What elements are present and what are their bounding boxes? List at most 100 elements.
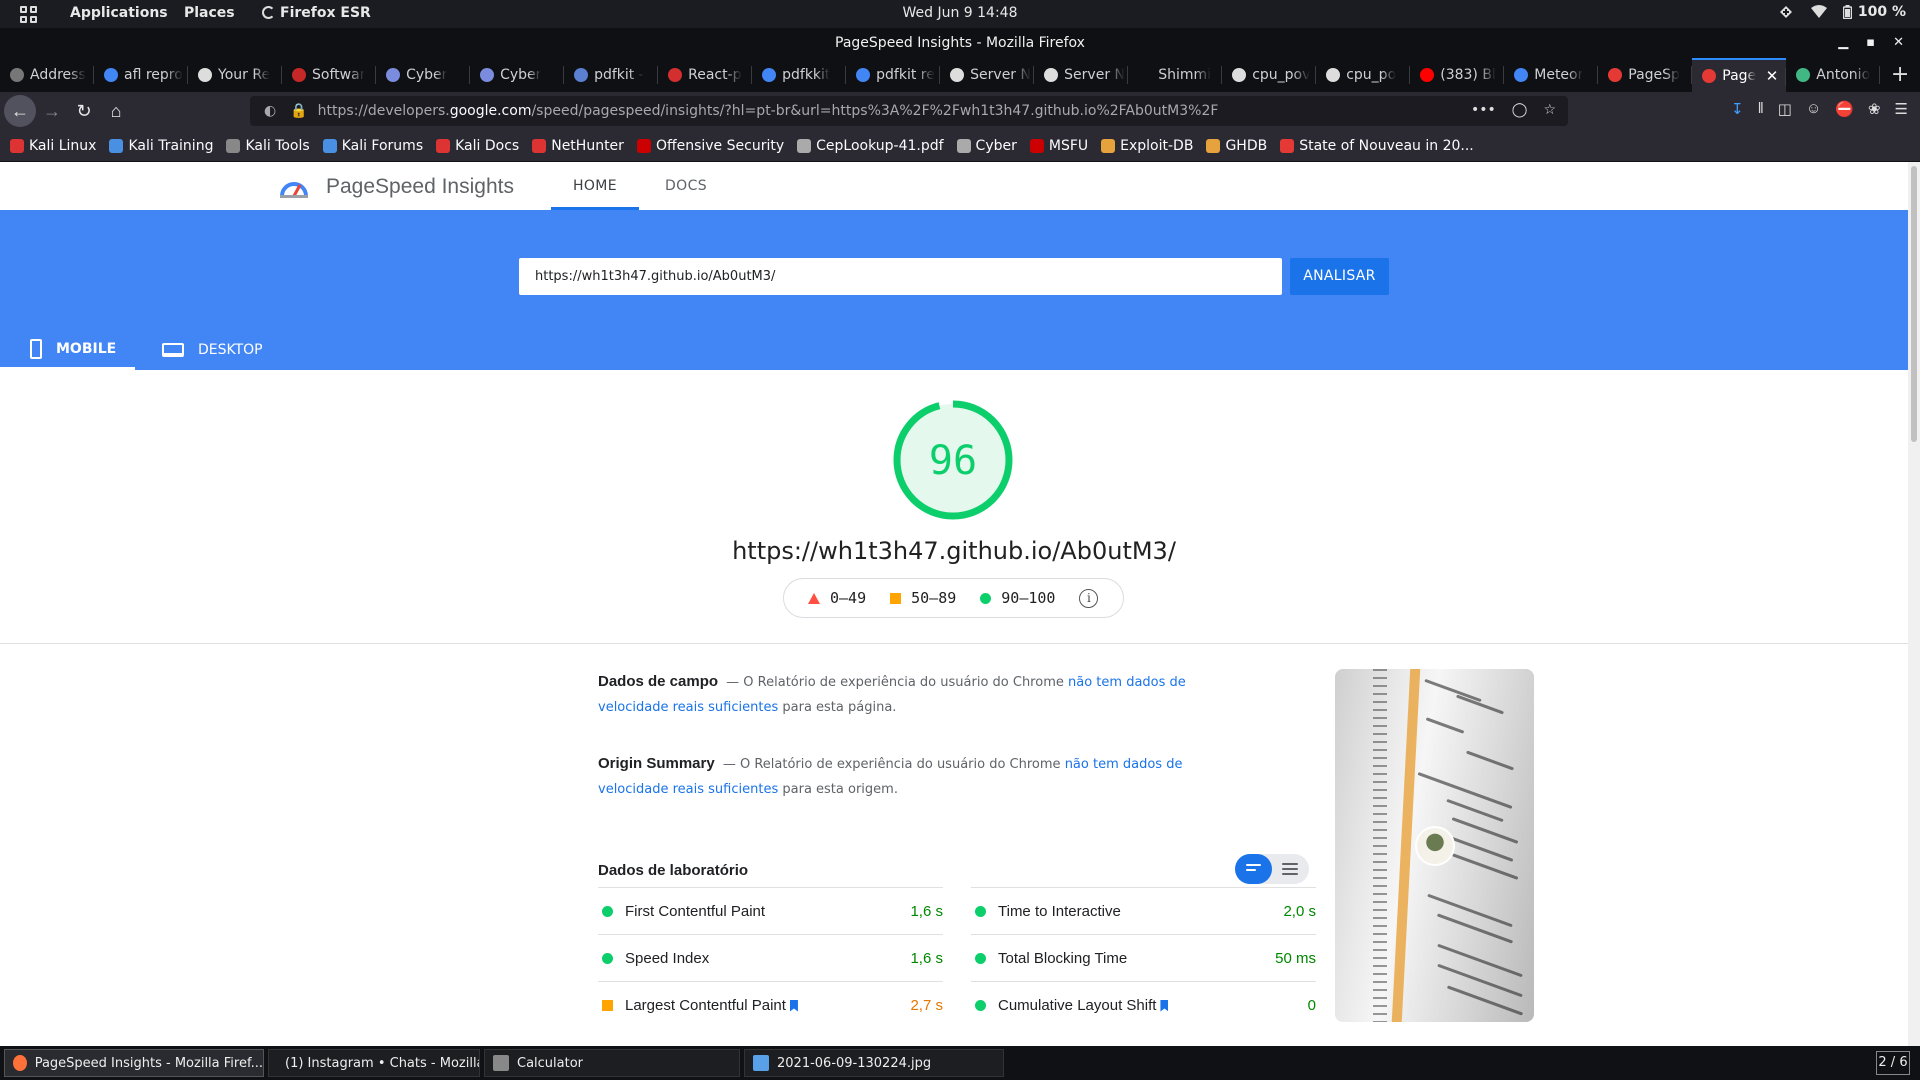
tab-label: Shimmi xyxy=(1158,67,1212,83)
library-icon[interactable]: ‖ xyxy=(1758,100,1764,118)
browser-tab[interactable]: Shimmi xyxy=(1128,58,1223,92)
close-window-icon[interactable]: ✕ xyxy=(1893,28,1904,58)
browser-tab[interactable]: Cyber xyxy=(470,58,565,92)
browser-tab[interactable]: Server N xyxy=(940,58,1035,92)
browser-tab[interactable]: cpu_po xyxy=(1316,58,1411,92)
new-tab-button[interactable]: + xyxy=(1880,58,1920,92)
bookmark-item[interactable]: CepLookup-41.pdf xyxy=(797,137,944,154)
browser-tab[interactable]: Your Re xyxy=(188,58,283,92)
nav-tab-docs[interactable]: DOCS xyxy=(665,178,707,194)
analyze-button[interactable]: ANALISAR xyxy=(1290,258,1389,295)
firefox-app-menu[interactable]: Firefox ESR xyxy=(262,5,371,21)
nav-tab-home[interactable]: HOME xyxy=(551,178,639,210)
performance-score: 96 xyxy=(928,438,978,484)
taskbar-window[interactable]: 2021-06-09-130224.jpg xyxy=(744,1049,1004,1077)
avatar xyxy=(1415,826,1455,866)
tab-favicon-icon xyxy=(574,68,589,82)
tab-favicon-icon xyxy=(1232,68,1247,82)
bookmark-item[interactable]: GHDB xyxy=(1206,138,1267,154)
bookmark-item[interactable]: Kali Linux xyxy=(10,138,96,154)
browser-tab[interactable]: Cyber xyxy=(376,58,471,92)
system-top-bar: Applications Places Firefox ESR Wed Jun … xyxy=(0,0,1920,28)
taskbar-window[interactable]: (1) Instagram • Chats - Mozilla Fire... xyxy=(268,1049,480,1077)
downloads-icon[interactable]: ↧ xyxy=(1731,100,1744,118)
minimize-icon[interactable]: ▁ xyxy=(1838,28,1848,58)
scrollbar-thumb[interactable] xyxy=(1911,166,1917,442)
tab-mobile[interactable]: MOBILE xyxy=(0,330,135,370)
browser-tab[interactable]: cpu_pov xyxy=(1222,58,1317,92)
bookmark-item[interactable]: Kali Tools xyxy=(226,138,310,154)
lock-icon[interactable]: 🔒 xyxy=(290,103,307,119)
browser-tab[interactable]: Meteor xyxy=(1504,58,1599,92)
battery-indicator: 100 % xyxy=(1842,4,1906,20)
metric-label: Total Blocking Time xyxy=(998,950,1128,967)
tab-label: Softwar xyxy=(312,67,366,83)
good-circle-icon xyxy=(602,953,613,964)
bookmark-label: NetHunter xyxy=(551,137,624,154)
maximize-icon[interactable]: ▪ xyxy=(1866,28,1875,58)
metric-label: Cumulative Layout Shift xyxy=(998,997,1157,1014)
url-input[interactable]: https://wh1t3h47.github.io/Ab0utM3/ xyxy=(519,258,1282,295)
taskbar-window[interactable]: PageSpeed Insights - Mozilla Firef... xyxy=(4,1049,264,1077)
back-button[interactable]: ← xyxy=(4,95,36,127)
bookmark-item[interactable]: Kali Training xyxy=(109,138,213,154)
bookmark-item[interactable]: MSFU xyxy=(1029,138,1088,154)
workspace-switcher[interactable]: 2 / 6 xyxy=(1876,1051,1910,1075)
browser-tab[interactable]: Server N xyxy=(1034,58,1129,92)
metrics-view-toggle[interactable] xyxy=(1235,854,1309,884)
menu-icon[interactable]: ☰ xyxy=(1895,100,1908,118)
sidebar-icon[interactable]: ◫ xyxy=(1778,100,1792,118)
browser-tab[interactable]: pdfkkit xyxy=(752,58,847,92)
browser-tab[interactable]: PageSp xyxy=(1598,58,1693,92)
bookmark-item[interactable]: Cyber xyxy=(956,137,1017,154)
extension-icon[interactable]: ❀ xyxy=(1868,100,1881,118)
home-button[interactable]: ⌂ xyxy=(100,95,132,127)
good-circle-icon xyxy=(975,906,986,917)
bookmark-star-icon[interactable]: ☆ xyxy=(1543,102,1556,118)
browser-tab[interactable]: Address xyxy=(0,58,95,92)
page-scrollbar[interactable] xyxy=(1908,162,1920,1046)
browser-tab[interactable]: (383) Bl xyxy=(1410,58,1505,92)
tab-desktop[interactable]: DESKTOP xyxy=(162,330,263,370)
tab-favicon-icon xyxy=(1044,68,1059,82)
info-icon[interactable]: i xyxy=(1079,588,1099,608)
reload-button[interactable]: ↻ xyxy=(68,95,100,127)
window-app-icon xyxy=(753,1055,769,1071)
address-bar[interactable]: ◐ 🔒 https://developers.google.com/speed/… xyxy=(250,96,1568,126)
system-tray[interactable]: 100 % xyxy=(1779,4,1906,20)
bookmark-favicon-icon xyxy=(956,138,971,153)
browser-tab[interactable]: pdfkit - xyxy=(564,58,659,92)
tab-favicon-icon xyxy=(1608,68,1623,82)
forward-button[interactable]: → xyxy=(36,95,68,127)
bookmark-item[interactable]: NetHunter xyxy=(532,138,624,154)
browser-tab[interactable]: React-p xyxy=(658,58,753,92)
page-actions-icon[interactable]: ••• xyxy=(1471,102,1496,118)
psi-title[interactable]: PageSpeed Insights xyxy=(326,175,514,199)
close-tab-icon[interactable]: ✕ xyxy=(1766,67,1779,85)
places-menu[interactable]: Places xyxy=(184,5,235,21)
url-path: /speed/pagespeed/insights/?hl=pt-br&url=… xyxy=(531,103,1219,119)
bookmark-item[interactable]: State of Nouveau in 20... xyxy=(1280,138,1474,154)
account-icon[interactable]: ☺ xyxy=(1806,100,1821,118)
origin-summary-section: Origin Summary — O Relatório de experiên… xyxy=(598,751,1248,802)
applications-menu[interactable]: Applications xyxy=(70,5,168,21)
browser-tab[interactable]: Softwar xyxy=(282,58,377,92)
browser-tab[interactable]: afl repro xyxy=(94,58,189,92)
bookmark-label: Cyber xyxy=(975,137,1017,154)
taskbar-window[interactable]: Calculator xyxy=(484,1049,740,1077)
tab-label: cpu_pov xyxy=(1252,67,1311,83)
browser-tab[interactable]: Antonio xyxy=(1786,58,1881,92)
browser-tab[interactable]: pdfkit re xyxy=(846,58,941,92)
bookmark-item[interactable]: Kali Forums xyxy=(322,138,423,154)
bookmark-item[interactable]: Exploit-DB xyxy=(1101,138,1193,154)
app-grid-icon[interactable] xyxy=(20,6,37,23)
bookmark-item[interactable]: Offensive Security xyxy=(636,138,784,154)
wifi-icon xyxy=(1810,5,1827,19)
ublock-icon[interactable]: ⛔ xyxy=(1835,100,1854,118)
browser-tab[interactable]: Page ✕ xyxy=(1692,58,1787,92)
bookmark-item[interactable]: Kali Docs xyxy=(436,138,519,154)
shield-icon[interactable]: ◐ xyxy=(264,103,276,119)
compact-view-button[interactable] xyxy=(1235,854,1272,884)
pocket-icon[interactable]: ◯ xyxy=(1512,102,1528,118)
bookmark-label: CepLookup-41.pdf xyxy=(816,137,944,154)
